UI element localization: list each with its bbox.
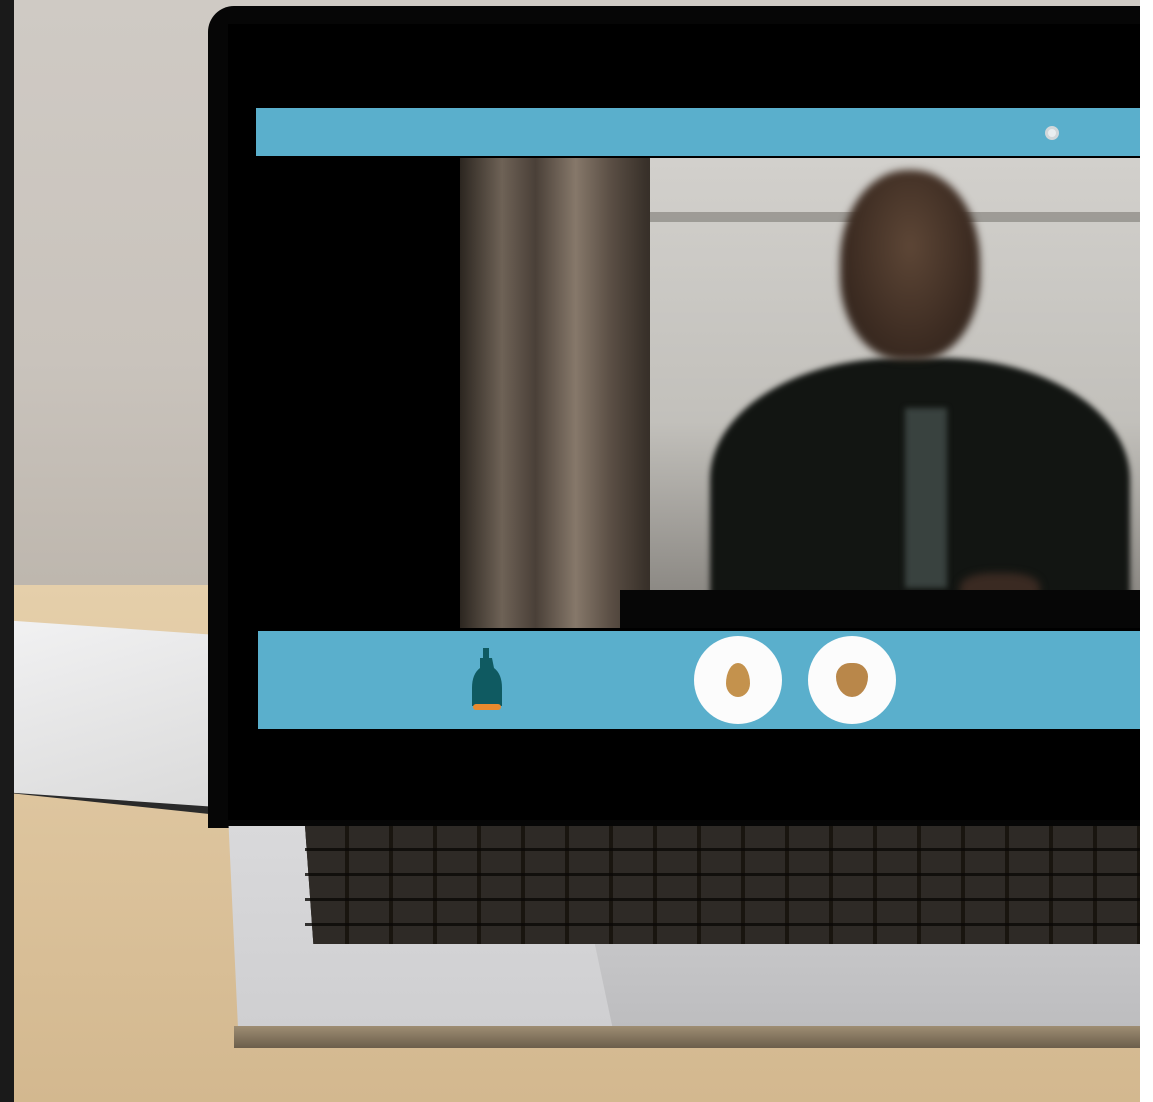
- call-action-icon: [726, 663, 750, 697]
- laptop-front-edge: [234, 1026, 1140, 1048]
- call-action-icon: [836, 663, 868, 697]
- left-border: [0, 0, 14, 1102]
- person-tie: [905, 408, 947, 588]
- call-action-button[interactable]: [808, 636, 896, 724]
- person-head: [840, 170, 980, 360]
- photo-scene: [0, 0, 1153, 1102]
- keyboard-rows: [305, 826, 1140, 944]
- video-bottom-shadow: [620, 590, 1140, 628]
- status-dot-icon[interactable]: [1045, 126, 1059, 140]
- call-action-button[interactable]: [694, 636, 782, 724]
- right-border: [1140, 0, 1153, 1102]
- paper-sheet: [14, 620, 219, 808]
- curtain: [460, 158, 670, 628]
- trackpad: [594, 944, 1140, 1026]
- video-feed: [460, 158, 1140, 628]
- call-top-bar: [256, 108, 1140, 156]
- bell-icon[interactable]: [470, 648, 504, 716]
